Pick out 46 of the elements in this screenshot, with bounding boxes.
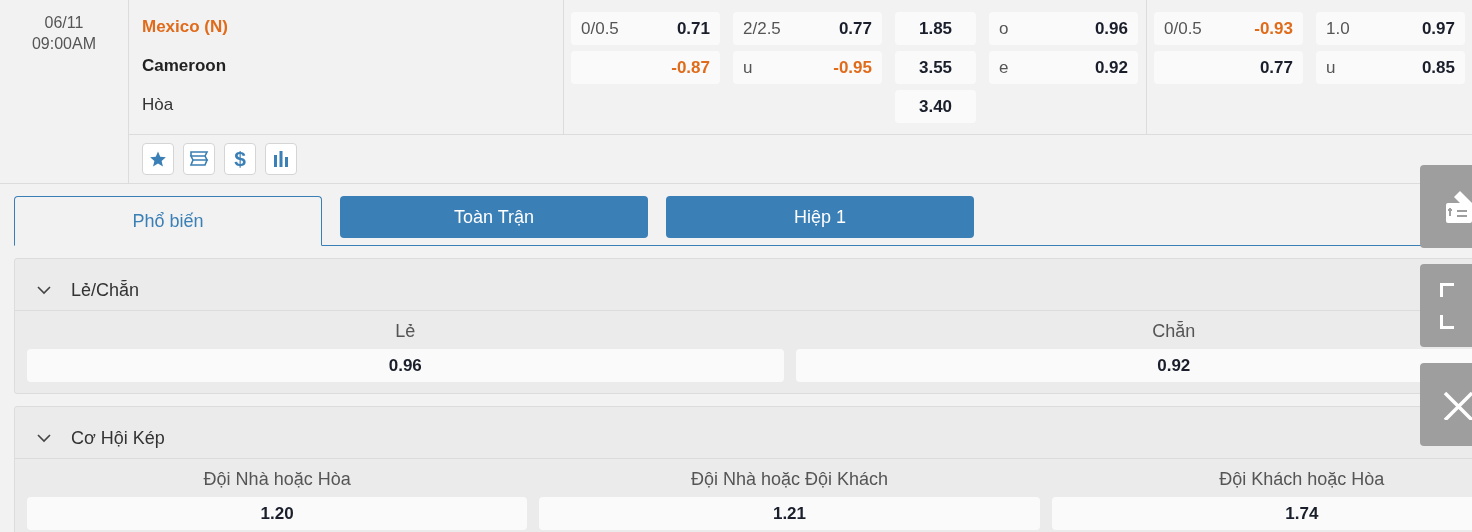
odds-cell[interactable]: 1.85: [895, 12, 976, 45]
odds-cell[interactable]: 0/0.5 0.71: [571, 12, 720, 45]
odds-cell[interactable]: 2/2.5 0.77: [733, 12, 882, 45]
odds-cell[interactable]: 0.77: [1154, 51, 1303, 84]
ticket-icon: [188, 150, 210, 168]
odds-cell[interactable]: 3.55: [895, 51, 976, 84]
draw-label: Hòa: [142, 94, 175, 116]
close-button[interactable]: [1420, 363, 1472, 446]
team-name: Cameroon: [142, 55, 228, 77]
odds-button[interactable]: 1.20: [27, 497, 528, 530]
fullscreen-button[interactable]: [1420, 264, 1472, 347]
ticket-button[interactable]: [183, 143, 215, 175]
option-label: Chẵn: [1152, 320, 1196, 343]
odds-cell[interactable]: e 0.92: [989, 51, 1138, 84]
team-name: Mexico (N): [142, 16, 229, 38]
option-label: Đội Khách hoặc Hòa: [1219, 468, 1385, 491]
close-icon: [1442, 389, 1472, 420]
market-title: Lẻ/Chẵn: [71, 279, 140, 302]
odds-cell[interactable]: u 0.85: [1316, 51, 1465, 84]
odds-button[interactable]: 1.21: [539, 497, 1040, 530]
odds-button[interactable]: 0.92: [795, 349, 1472, 382]
money-button[interactable]: $: [224, 143, 256, 175]
odds-button[interactable]: 1.74: [1051, 497, 1472, 530]
option-label: Đội Nhà hoặc Đội Khách: [690, 468, 889, 491]
odds-cell[interactable]: 1.0 0.97: [1316, 12, 1465, 45]
chevron-icon[interactable]: [37, 434, 51, 443]
odds-cell[interactable]: u -0.95: [733, 51, 882, 84]
odds-button[interactable]: 0.96: [27, 349, 784, 382]
tab[interactable]: Toàn Trận: [340, 196, 648, 238]
option-label: Đội Nhà hoặc Hòa: [203, 468, 351, 491]
tab[interactable]: Phổ biến: [14, 196, 322, 246]
frame-corners-icon: [1440, 282, 1454, 329]
chevron-icon[interactable]: [37, 286, 51, 295]
option-label: Lẻ: [395, 320, 416, 343]
odds-cell[interactable]: 3.40: [895, 90, 976, 123]
market-title: Cơ Hội Kép: [71, 427, 165, 450]
stats-button[interactable]: [265, 143, 297, 175]
bet-slip-button[interactable]: [1420, 165, 1472, 248]
odds-cell[interactable]: 0/0.5 -0.93: [1154, 12, 1303, 45]
tab[interactable]: Hiệp 1: [666, 196, 974, 238]
favorite-button[interactable]: [142, 143, 174, 175]
match-date: 06/11: [44, 13, 84, 33]
bar-chart-icon: [272, 150, 290, 168]
star-icon: [149, 150, 167, 168]
odds-cell[interactable]: o 0.96: [989, 12, 1138, 45]
match-time: 09:00AM: [31, 34, 96, 54]
